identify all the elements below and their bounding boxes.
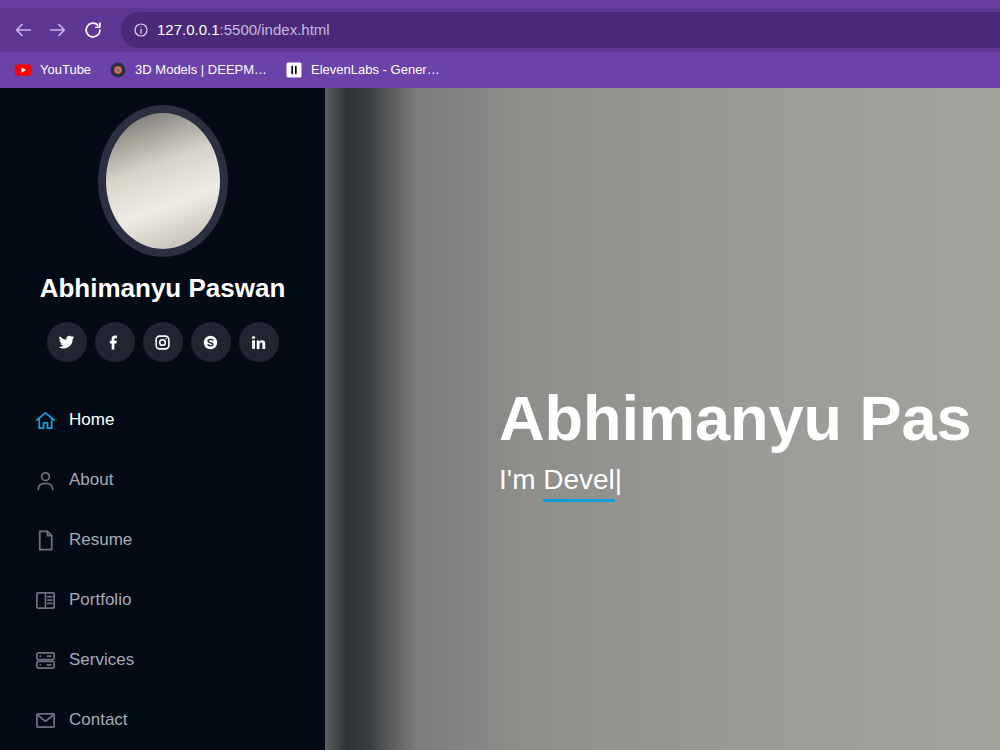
- sidebar-item[interactable]: Services: [34, 630, 325, 690]
- portfolio-icon: [34, 589, 57, 612]
- twitter-icon: [58, 334, 75, 351]
- envelope-icon: [34, 709, 57, 732]
- social-link[interactable]: [95, 322, 135, 362]
- youtube-icon: [14, 61, 32, 79]
- page: Abhimanyu Paswan Home About Resume Portfolio…: [0, 88, 1000, 750]
- bookmarks-bar: YouTube 3D Models | DEEPM… ElevenLabs - Ge…: [0, 52, 1000, 88]
- reload-icon[interactable]: [82, 19, 104, 41]
- hero: Abhimanyu Pas I'm Devel|: [325, 88, 1000, 750]
- typing-cursor: |: [615, 464, 622, 495]
- social-links: [47, 322, 279, 362]
- url-path: :5500/index.html: [220, 19, 330, 42]
- sidebar: Abhimanyu Paswan Home About Resume Portfolio…: [0, 88, 325, 750]
- sidebar-label: Portfolio: [69, 587, 131, 613]
- sidebar-item[interactable]: Contact: [34, 690, 325, 750]
- hero-subtitle: I'm Devel|: [499, 463, 1000, 497]
- person-icon: [34, 469, 57, 492]
- back-arrow-icon[interactable]: [12, 19, 34, 41]
- bookmark[interactable]: 3D Models | DEEPM…: [109, 60, 267, 80]
- subtitle-prefix: I'm: [499, 464, 543, 495]
- profile-photo: [98, 105, 228, 257]
- sidebar-item[interactable]: Resume: [34, 510, 325, 570]
- social-link[interactable]: [143, 322, 183, 362]
- home-icon: [34, 409, 57, 432]
- linkedin-icon: [250, 334, 267, 351]
- address-bar[interactable]: 127.0.0.1:5500/index.html: [121, 12, 1000, 48]
- sidebar-label: Home: [69, 407, 114, 433]
- sidebar-item[interactable]: About: [34, 450, 325, 510]
- info-icon: [133, 22, 149, 38]
- sphere-icon: [109, 61, 127, 79]
- facebook-icon: [106, 334, 123, 351]
- bookmark[interactable]: YouTube: [14, 60, 91, 80]
- sidebar-item[interactable]: Home: [34, 390, 325, 450]
- social-link[interactable]: [47, 322, 87, 362]
- file-icon: [34, 529, 57, 552]
- browser-chrome: 127.0.0.1:5500/index.html YouTube 3D Model…: [0, 0, 1000, 88]
- sidebar-nav: Home About Resume Portfolio Services Contact: [0, 390, 325, 750]
- bookmark-label: ElevenLabs - Gener…: [311, 60, 440, 80]
- sidebar-label: Resume: [69, 527, 132, 553]
- profile-name: Abhimanyu Paswan: [40, 273, 286, 304]
- bookmark-label: YouTube: [40, 60, 91, 80]
- url-host: 127.0.0.1: [157, 19, 220, 42]
- hero-title: Abhimanyu Pas: [499, 384, 1000, 452]
- skype-icon: [202, 334, 219, 351]
- typed-text: Devel: [543, 464, 615, 502]
- sidebar-item[interactable]: Portfolio: [34, 570, 325, 630]
- tab-strip: [0, 0, 1000, 8]
- sidebar-label: About: [69, 467, 113, 493]
- server-icon: [34, 649, 57, 672]
- toolbar: 127.0.0.1:5500/index.html: [0, 8, 1000, 52]
- social-link[interactable]: [239, 322, 279, 362]
- sidebar-label: Services: [69, 647, 134, 673]
- social-link[interactable]: [191, 322, 231, 362]
- bookmark-label: 3D Models | DEEPM…: [135, 60, 267, 80]
- elevenlabs-icon: [285, 61, 303, 79]
- sidebar-label: Contact: [69, 707, 128, 733]
- instagram-icon: [154, 334, 171, 351]
- forward-arrow-icon[interactable]: [47, 19, 69, 41]
- bookmark[interactable]: ElevenLabs - Gener…: [285, 60, 440, 80]
